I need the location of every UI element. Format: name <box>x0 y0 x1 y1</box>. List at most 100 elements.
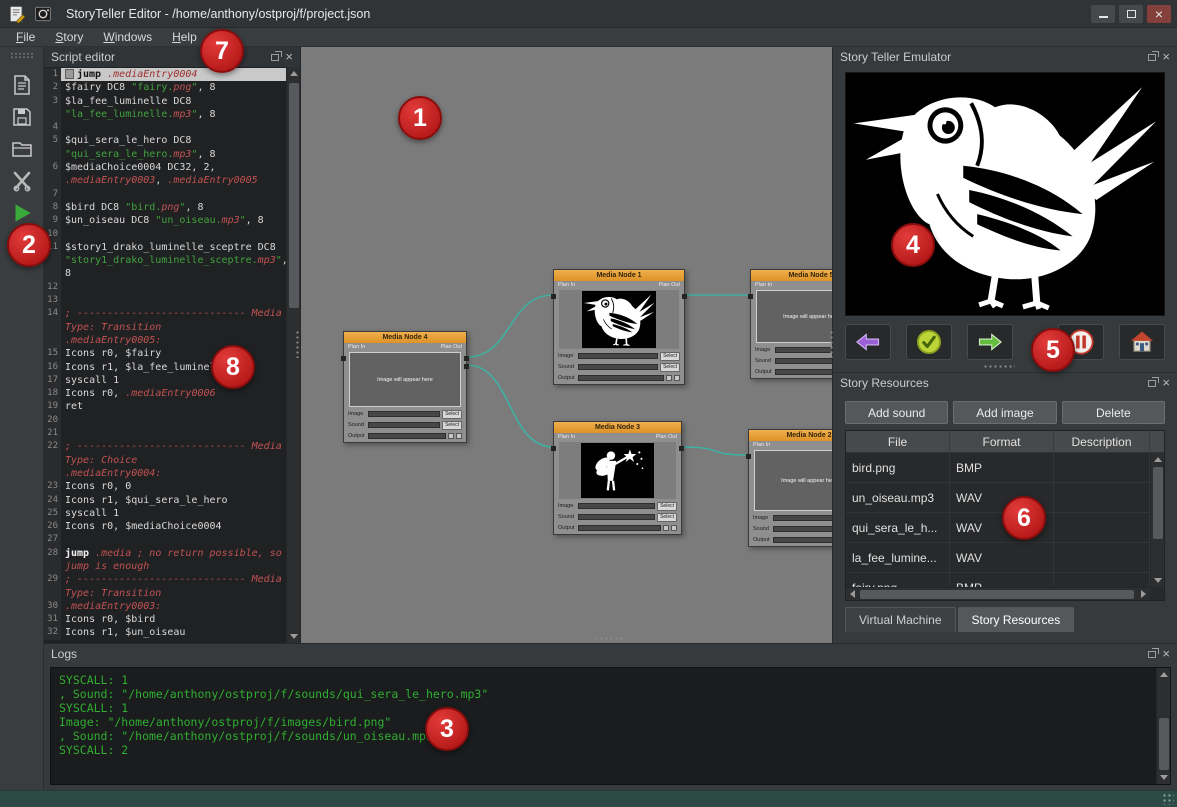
graph-node[interactable]: Media Node 2Plan InPlan OutImage will ap… <box>748 429 832 547</box>
annotation-badge-6: 6 <box>1002 496 1046 540</box>
select-button[interactable]: Select <box>442 410 462 419</box>
select-button[interactable]: Select <box>442 421 462 430</box>
scroll-up-icon[interactable] <box>287 67 300 80</box>
menu-help[interactable]: Help <box>162 30 207 44</box>
input-port[interactable] <box>551 294 556 299</box>
resource-row[interactable]: la_fee_lumine...WAV <box>846 543 1150 573</box>
column-header-format[interactable]: Format <box>950 431 1054 452</box>
cut-icon[interactable] <box>6 166 38 196</box>
code-line: 8 <box>44 267 286 280</box>
resource-row[interactable]: qui_sera_le_h...WAV <box>846 513 1150 543</box>
emulator-controls <box>845 324 1165 360</box>
script-editor-title: Script editor <box>51 50 115 64</box>
table-horizontal-scrollbar[interactable] <box>846 587 1150 600</box>
logs-scrollbar[interactable] <box>1156 668 1170 784</box>
resize-grip-icon[interactable] <box>1162 793 1174 805</box>
input-port[interactable] <box>551 446 556 451</box>
resources-title: Story Resources <box>840 376 929 390</box>
splitter-handle[interactable] <box>295 330 300 358</box>
input-port[interactable] <box>748 294 753 299</box>
menu-file[interactable]: File <box>6 30 45 44</box>
forward-button[interactable] <box>967 324 1013 360</box>
output-port[interactable] <box>682 294 687 299</box>
tab-virtual-machine[interactable]: Virtual Machine <box>845 607 956 632</box>
input-port[interactable] <box>341 356 346 361</box>
splitter-handle[interactable] <box>594 636 624 641</box>
resource-row[interactable]: bird.pngBMP <box>846 453 1150 483</box>
graph-node[interactable]: Media Node 1Plan InPlan OutImageSelectSo… <box>553 269 685 385</box>
validate-button[interactable] <box>906 324 952 360</box>
code-line: 18Icons r0, .mediaEntry0006 <box>44 387 286 400</box>
code-line: .mediaEntry0003, .mediaEntry0005 <box>44 174 286 187</box>
graph-node[interactable]: Media Node 3Plan InPlan OutImageSelectSo… <box>553 421 682 535</box>
graph-node[interactable]: Media Node 5Plan InPlan OutImage will ap… <box>750 269 832 379</box>
scroll-down-icon[interactable] <box>287 630 300 643</box>
window-title: StoryTeller Editor - /home/anthony/ostpr… <box>66 7 370 21</box>
log-line: SYSCALL: 1 <box>59 701 1162 715</box>
code-line: 24Icons r1, $qui_sera_le_hero <box>44 494 286 507</box>
resources-buttons: Add soundAdd image Delete <box>845 401 1165 424</box>
undock-icon[interactable] <box>1148 380 1156 387</box>
tab-story-resources[interactable]: Story Resources <box>958 607 1075 632</box>
node-image-preview: Image will appear here <box>754 450 832 511</box>
node-graph-canvas[interactable]: Media Node 4Plan InPlan OutImage will ap… <box>301 47 832 643</box>
new-script-icon[interactable] <box>6 70 38 100</box>
status-bar <box>0 790 1177 807</box>
close-button[interactable] <box>1147 5 1171 23</box>
close-panel-icon[interactable] <box>1162 52 1170 62</box>
input-port[interactable] <box>746 454 751 459</box>
home-button[interactable] <box>1119 324 1165 360</box>
splitter-handle[interactable] <box>829 330 834 358</box>
undock-icon[interactable] <box>271 54 279 61</box>
column-header-description[interactable]: Description <box>1054 431 1150 452</box>
maximize-button[interactable] <box>1119 5 1143 23</box>
logs-header: Logs <box>44 644 1177 664</box>
save-icon[interactable] <box>6 102 38 132</box>
code-line: 1jump .mediaEntry0004 <box>44 68 286 81</box>
node-image-preview <box>559 290 679 349</box>
undock-icon[interactable] <box>1148 54 1156 61</box>
splitter-handle[interactable] <box>983 364 1015 369</box>
output-port[interactable] <box>464 356 469 361</box>
code-line: 6$mediaChoice0004 DC32, 2, <box>44 161 286 174</box>
code-line: 10 <box>44 228 286 241</box>
back-button[interactable] <box>845 324 891 360</box>
code-line: 11$story1_drako_luminelle_sceptre DC8 <box>44 241 286 254</box>
minimize-button[interactable] <box>1091 5 1115 23</box>
code-line: 22; ---------------------------- Media n… <box>44 440 286 453</box>
table-vertical-scrollbar[interactable] <box>1150 453 1164 587</box>
output-port[interactable] <box>679 446 684 451</box>
add-image-button[interactable]: Add image <box>953 401 1056 424</box>
graph-node[interactable]: Media Node 4Plan InPlan OutImage will ap… <box>343 331 467 443</box>
add-sound-button[interactable]: Add sound <box>845 401 948 424</box>
select-button[interactable]: Select <box>657 513 677 522</box>
close-panel-icon[interactable] <box>1162 378 1170 388</box>
code-line: 27 <box>44 533 286 546</box>
resources-tabs: Virtual MachineStory Resources <box>845 607 1074 632</box>
code-line: .mediaEntry0004: <box>44 467 286 480</box>
menu-story[interactable]: Story <box>45 30 93 44</box>
resource-row[interactable]: un_oiseau.mp3WAV <box>846 483 1150 513</box>
resources-header: Story Resources <box>833 373 1177 393</box>
code-line: "qui_sera_le_hero.mp3", 8 <box>44 148 286 161</box>
open-folder-icon[interactable] <box>6 134 38 164</box>
menu-windows[interactable]: Windows <box>93 30 162 44</box>
close-panel-icon[interactable] <box>1162 649 1170 659</box>
select-button[interactable]: Select <box>660 352 680 361</box>
column-header-file[interactable]: File <box>846 431 950 452</box>
code-line: 2$fairy DC8 "fairy.png", 8 <box>44 81 286 94</box>
code-line: 25syscall 1 <box>44 507 286 520</box>
close-panel-icon[interactable] <box>285 52 293 62</box>
undock-icon[interactable] <box>1148 651 1156 658</box>
toolbar-grip[interactable] <box>10 52 34 59</box>
scrollbar-thumb[interactable] <box>289 83 299 308</box>
log-output[interactable]: SYSCALL: 1, Sound: "/home/anthony/ostpro… <box>50 667 1171 785</box>
check-icon <box>915 328 943 356</box>
log-line: SYSCALL: 2 <box>59 743 1162 757</box>
menu-bar: FileStoryWindowsHelp <box>0 28 1177 47</box>
select-button[interactable]: Select <box>660 363 680 372</box>
output-port[interactable] <box>464 364 469 369</box>
emulator-panel: Story Teller Emulator <box>833 47 1177 372</box>
select-button[interactable]: Select <box>657 502 677 511</box>
delete-button[interactable]: Delete <box>1062 401 1165 424</box>
